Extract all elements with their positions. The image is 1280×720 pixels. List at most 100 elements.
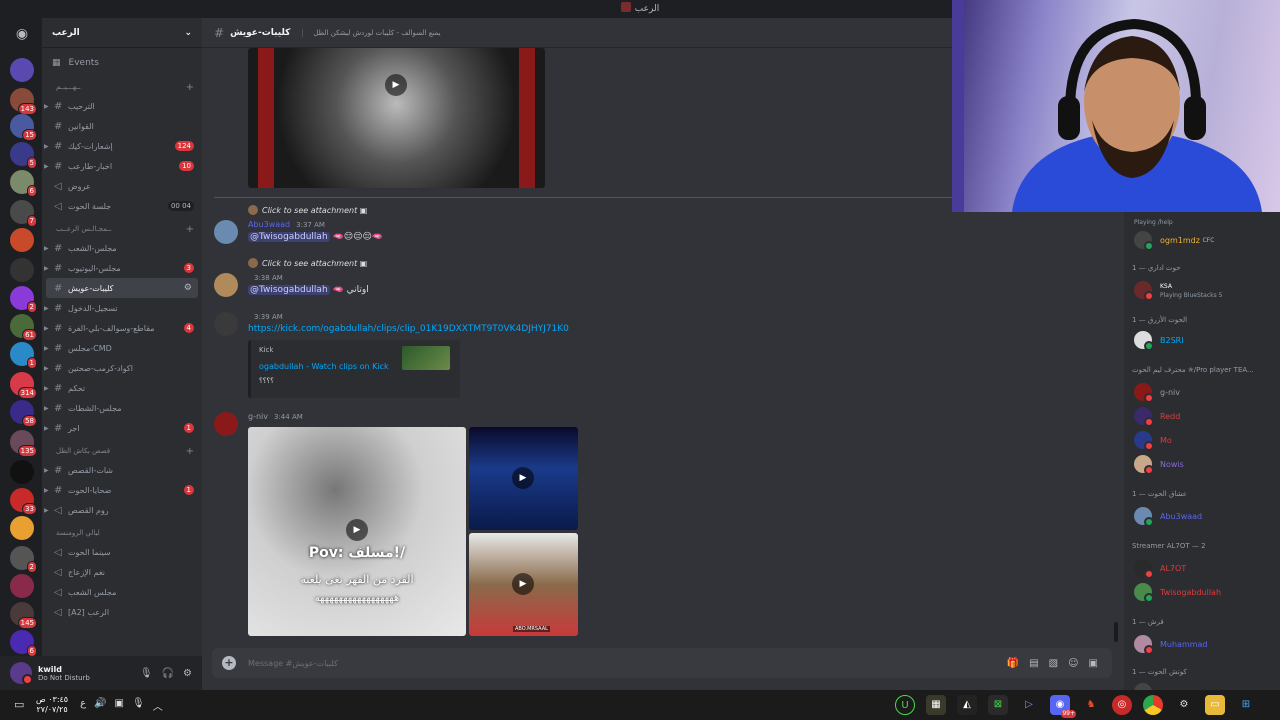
voice-channel-item[interactable]: ▶ ◁ روم القصص <box>42 500 202 520</box>
play-icon[interactable]: ▶ <box>385 74 407 96</box>
voice-channel-item[interactable]: ◁ [A2] الرعب <box>42 602 202 622</box>
channel-item[interactable]: ▶ # اكواد-كرمب-صحتين <box>42 358 202 378</box>
member-item[interactable]: B2SRI <box>1134 330 1184 351</box>
avatar[interactable] <box>214 273 238 297</box>
microphone-icon[interactable]: 🎙 <box>140 668 153 679</box>
play-icon[interactable]: ▶ <box>512 573 534 595</box>
member-item[interactable]: ogm1mdz CFC <box>1134 230 1214 251</box>
server-icon[interactable] <box>10 258 34 282</box>
channel-item[interactable]: ▶ # اجر 1 <box>42 418 202 438</box>
app-icon[interactable]: ▦ <box>926 695 946 715</box>
server-icon[interactable]: 6 <box>10 170 37 197</box>
channel-item[interactable]: ▶ # تسجيل-الدخول <box>42 298 202 318</box>
server-header[interactable]: الرعب ⌄ <box>42 18 202 48</box>
channel-item[interactable]: ▶ # مجلس-CMD <box>42 338 202 358</box>
channel-item[interactable]: ▶ # اخبار-طارعب 10 <box>42 156 202 176</box>
message-input[interactable] <box>248 658 948 668</box>
windows-start-icon[interactable]: ⊞ <box>1236 695 1256 715</box>
gear-icon[interactable]: ⚙ <box>184 283 192 293</box>
scrollbar[interactable] <box>1114 622 1118 642</box>
server-icon[interactable] <box>10 460 34 484</box>
channel-topic[interactable]: يمنع السوالف - كليبات لوردش ليشكن الظل <box>302 28 441 37</box>
server-icon[interactable] <box>10 574 34 598</box>
channel-item[interactable]: ▶ # مجلس-اليوتيوب 3 <box>42 258 202 278</box>
plus-icon[interactable]: + <box>186 82 194 93</box>
app-icon[interactable]: ▷ <box>1019 695 1039 715</box>
member-item[interactable]: Mo <box>1134 430 1172 451</box>
message-author[interactable]: g-niv <box>248 412 268 421</box>
gift-icon[interactable]: 🎁 <box>1007 658 1019 669</box>
channel-item[interactable]: ▶ # ضحايا-الحوت 1 <box>42 480 202 500</box>
server-icon[interactable]: 135 <box>10 430 37 457</box>
avatar[interactable] <box>10 662 33 685</box>
server-icon[interactable]: 5 <box>10 142 37 169</box>
volume-icon[interactable]: 🔊 <box>94 698 106 713</box>
chrome-icon[interactable] <box>1143 695 1163 715</box>
channel-item[interactable]: ▶ # شات-القصص <box>42 460 202 480</box>
category-header[interactable]: ــمجـالـس الرعــب + <box>42 220 202 238</box>
add-attachment-button[interactable]: + <box>222 656 236 670</box>
member-item[interactable]: KSA Playing BlueStacks 5 <box>1134 280 1222 301</box>
server-icon[interactable]: 314 <box>10 372 37 399</box>
app-icon[interactable]: ⚙ <box>1174 695 1194 715</box>
server-icon[interactable]: 15 <box>10 114 37 141</box>
headphones-icon[interactable]: 🎧 <box>162 668 174 679</box>
member-item[interactable]: Nowis <box>1134 454 1184 475</box>
chevron-up-icon[interactable]: ︿ <box>153 698 163 713</box>
avatar[interactable] <box>214 220 238 244</box>
channel-item[interactable]: ▶ # تحكم <box>42 378 202 398</box>
avatar[interactable] <box>214 412 238 436</box>
avatar[interactable] <box>214 312 238 336</box>
channel-item[interactable]: ▶ # إشعارات-كيك 124 <box>42 136 202 156</box>
channel-item[interactable]: ▶ # مجلس-الشطات <box>42 398 202 418</box>
category-header[interactable]: قصص بكاش الظل + <box>42 442 202 460</box>
system-clock[interactable]: ٠٣:٤٥ ص ٢٧/٠٧/٢٥ <box>36 695 68 715</box>
gif-icon[interactable]: ▤ <box>1029 658 1038 669</box>
member-item[interactable]: Abu3waad <box>1134 506 1202 527</box>
server-icon[interactable]: 33 <box>10 488 37 515</box>
language-indicator[interactable]: ع <box>80 698 86 713</box>
channel-item-active[interactable]: # كليبات-عويش ⚙ <box>46 278 198 298</box>
mention[interactable]: @Twisogabdullah <box>248 285 330 295</box>
server-icon[interactable]: 7 <box>10 200 37 227</box>
voice-channel-item[interactable]: ◁ مجلس الشعب <box>42 582 202 602</box>
chevron-down-icon[interactable]: ⌄ <box>184 28 192 38</box>
member-item[interactable]: AL7OT <box>1134 558 1186 579</box>
server-icon[interactable]: 2 <box>10 546 37 573</box>
gear-icon[interactable]: ⚙ <box>183 668 192 679</box>
app-icon[interactable]: ♞ <box>1081 695 1101 715</box>
category-header[interactable]: ليالي الرومنسة <box>42 524 202 542</box>
voice-channel-item[interactable]: ◁ نغم الإزعاج <box>42 562 202 582</box>
discord-home-icon[interactable]: ◉ <box>11 26 33 42</box>
video-attachment[interactable]: ▶ ABO.MRSAAL <box>469 533 578 636</box>
play-icon[interactable]: ▶ <box>346 519 368 541</box>
member-item[interactable]: Twisogabdullah <box>1134 582 1221 603</box>
server-icon[interactable]: 58 <box>10 400 37 427</box>
server-icon[interactable]: 6 <box>10 630 37 657</box>
channel-item[interactable]: ▶ # مقاطع-وسوالف-بلي-الفرة 4 <box>42 318 202 338</box>
video-attachment[interactable]: ▶ <box>469 427 578 530</box>
server-icon[interactable]: 61 <box>10 314 37 341</box>
server-icon[interactable] <box>10 58 34 82</box>
app-icon[interactable]: U <box>895 695 915 715</box>
app-icon[interactable]: ◎ <box>1112 695 1132 715</box>
server-icon[interactable] <box>10 516 34 540</box>
reply-preview[interactable]: Click to see attachment ▣ <box>248 258 367 268</box>
events-item[interactable]: ▦ Events <box>42 52 202 74</box>
embed-thumbnail[interactable] <box>402 346 450 370</box>
member-item[interactable]: Playing /help <box>1134 212 1173 232</box>
sticker-icon[interactable]: ▧ <box>1049 658 1058 669</box>
apps-icon[interactable]: ▣ <box>1089 658 1098 669</box>
channel-item[interactable]: # القوانين <box>42 116 202 136</box>
mention[interactable]: @Twisogabdullah <box>248 232 330 242</box>
notification-icon[interactable]: ▭ <box>14 698 24 711</box>
server-icon[interactable]: 1 <box>10 342 37 369</box>
emoji-icon[interactable]: ☺ <box>1068 658 1078 669</box>
network-icon[interactable]: ▣ <box>115 698 124 713</box>
message-author[interactable]: Abu3waad <box>248 220 290 229</box>
member-item[interactable]: Redd <box>1134 406 1180 427</box>
server-icon[interactable]: 143 <box>10 88 37 115</box>
category-header[interactable]: ــهـــيــم + <box>42 78 202 96</box>
server-icon[interactable] <box>10 228 34 252</box>
reply-preview[interactable]: Click to see attachment ▣ <box>248 205 367 215</box>
